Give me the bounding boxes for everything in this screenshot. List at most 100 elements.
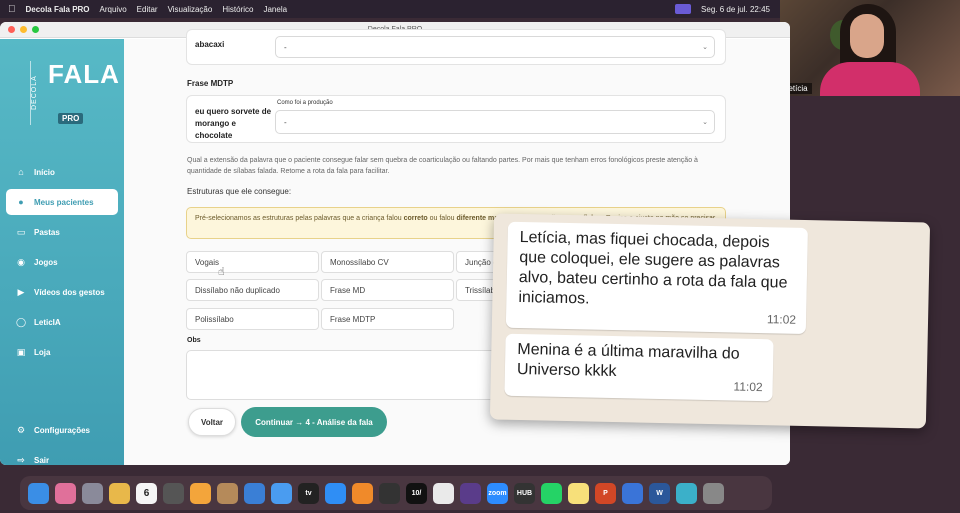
accessibility-icon[interactable]: [622, 482, 643, 504]
box-icon[interactable]: [217, 482, 238, 504]
sidebar-item-label: Configurações: [34, 425, 91, 435]
message-time: 11:02: [766, 312, 797, 327]
phrase-text: eu quero sorvete de morango e chocolate: [195, 107, 272, 140]
appletv-icon[interactable]: tv: [298, 482, 319, 504]
chip-dissilabo[interactable]: Dissílabo não duplicado: [186, 279, 319, 301]
chip-monossilabo-cv[interactable]: Monossílabo CV: [321, 251, 454, 273]
trash-icon[interactable]: [703, 482, 724, 504]
screenshot-icon[interactable]: [163, 482, 184, 504]
menu-app-name[interactable]: Decola Fala PRO: [26, 5, 90, 14]
video-icon: ▶: [17, 286, 25, 297]
sidebar-item-jogos[interactable]: ◉ Jogos: [6, 249, 118, 275]
phrase-card: eu quero sorvete de morango e chocolate …: [186, 95, 726, 143]
powerpoint-icon[interactable]: P: [595, 482, 616, 504]
sidebar-item-pastas[interactable]: ▭ Pastas: [6, 219, 118, 245]
logo-fala: FALA: [48, 59, 120, 89]
menu-item-editar[interactable]: Editar: [137, 5, 158, 14]
clock[interactable]: Seg. 6 de jul. 22:45: [701, 5, 770, 14]
folder-icon: ▭: [16, 226, 26, 237]
sidebar-item-label: Meus pacientes: [34, 197, 94, 207]
video-participant: Letícia: [780, 0, 960, 96]
sidebar-item-configuracoes[interactable]: ⚙ Configurações: [6, 417, 118, 443]
capcut-icon[interactable]: [433, 482, 454, 504]
select-value: -: [284, 117, 287, 127]
person-shirt: [820, 62, 920, 96]
openai-icon[interactable]: [379, 482, 400, 504]
sidebar-item-label: Pastas: [34, 227, 60, 237]
zoom-icon[interactable]: zoom: [487, 482, 508, 504]
whatsapp-message: Menina é a última maravilha do Universo …: [504, 333, 774, 402]
mouse-cursor-icon: ☝: [218, 266, 225, 278]
launchpad-icon[interactable]: [55, 482, 76, 504]
slack-icon[interactable]: [460, 482, 481, 504]
sidebar-item-sair[interactable]: ⇨ Sair: [6, 447, 118, 465]
keynote-icon[interactable]: [244, 482, 265, 504]
apple-icon[interactable]: : [8, 4, 16, 15]
screen-record-icon[interactable]: [675, 4, 692, 14]
production-select-phrase[interactable]: - ⌄: [275, 110, 715, 134]
notice-text-pre: Pré-selecionamos as estruturas pelas pal…: [195, 215, 404, 222]
appstore-icon[interactable]: [325, 482, 346, 504]
chip-polissilabo[interactable]: Polissílabo: [186, 308, 319, 330]
whatsapp-screenshot-overlay: Letícia, mas fiquei chocada, depois que …: [489, 213, 931, 429]
calendar-icon[interactable]: 6: [136, 482, 157, 504]
chevron-down-icon: ⌄: [702, 44, 708, 51]
chat-icon: ◯: [15, 316, 27, 327]
word-label: abacaxi: [195, 40, 225, 49]
person-face: [850, 14, 884, 58]
phrase-section-title: Frase MDTP: [187, 79, 234, 88]
sidebar-item-loja[interactable]: ▣ Loja: [6, 339, 118, 365]
sidebar-item-videos[interactable]: ▶ Vídeos dos gestos: [6, 279, 118, 305]
sidebar-item-inicio[interactable]: ⌂ Início: [6, 159, 118, 185]
sidebar-nav: ⌂ Início ● Meus pacientes ▭ Pastas ◉ Jog…: [6, 159, 118, 369]
chrome-icon[interactable]: [109, 482, 130, 504]
hub-icon[interactable]: HUB: [514, 482, 535, 504]
sidebar-item-label: Loja: [34, 347, 51, 357]
books-icon[interactable]: [352, 482, 373, 504]
help-text: Qual a extensão da palavra que o pacient…: [187, 157, 698, 175]
preview-icon[interactable]: [676, 482, 697, 504]
logo-decola: DECOLA: [30, 61, 44, 125]
sidebar-item-leticia[interactable]: ◯ LeticIA: [6, 309, 118, 335]
finder-icon[interactable]: [28, 482, 49, 504]
sidebar-bottom-nav: ⚙ Configurações ⇨ Sair: [6, 417, 118, 465]
chip-frase-md[interactable]: Frase MD: [321, 279, 454, 301]
continue-button[interactable]: Continuar → 4 - Análise da fala: [241, 407, 387, 437]
sidebar-item-label: Sair: [34, 455, 50, 465]
user-icon: ●: [18, 197, 24, 207]
logout-icon: ⇨: [17, 454, 25, 465]
structures-title: Estruturas que ele consegue:: [187, 187, 292, 196]
gear-icon: ⚙: [16, 424, 26, 435]
menu-item-janela[interactable]: Janela: [263, 5, 287, 14]
production-select-top[interactable]: - ⌄: [275, 36, 715, 58]
select-value: -: [284, 42, 287, 52]
message-text: Letícia, mas fiquei chocada, depois que …: [518, 228, 788, 308]
menu-item-arquivo[interactable]: Arquivo: [100, 5, 127, 14]
sidebar: DECOLA FALA PRO ⌂ Início ● Meus paciente…: [0, 39, 124, 465]
whatsapp-message: Letícia, mas fiquei chocada, depois que …: [505, 221, 808, 335]
chevron-down-icon: ⌄: [702, 119, 708, 126]
chip-vogais[interactable]: Vogais: [186, 251, 319, 273]
mail-icon[interactable]: [271, 482, 292, 504]
gamepad-icon: ◉: [17, 256, 25, 267]
message-time: 11:02: [733, 379, 763, 395]
bag-icon: ▣: [16, 346, 26, 357]
phrase-select-label: Como foi a produção: [277, 100, 333, 106]
text-icon[interactable]: 10/: [406, 482, 427, 504]
menu-item-historico[interactable]: Histórico: [222, 5, 253, 14]
home-icon: ⌂: [18, 167, 24, 177]
menu-item-visualizacao[interactable]: Visualização: [168, 5, 213, 14]
notes-icon[interactable]: [568, 482, 589, 504]
word-icon[interactable]: W: [649, 482, 670, 504]
word-card-top: abacaxi - ⌄: [186, 29, 726, 65]
logo-pro: PRO: [58, 113, 84, 124]
apps-icon[interactable]: [82, 482, 103, 504]
macos-dock: 6 tv 10/zoom HUB P W: [20, 476, 772, 510]
back-button[interactable]: Voltar: [188, 408, 236, 436]
sidebar-item-meus-pacientes[interactable]: ● Meus pacientes: [6, 189, 118, 215]
pencil-icon[interactable]: [190, 482, 211, 504]
app-logo: DECOLA FALA PRO: [30, 59, 120, 125]
chip-frase-mdtp[interactable]: Frase MDTP: [321, 308, 454, 330]
whatsapp-icon[interactable]: [541, 482, 562, 504]
notice-text-mid: ou falou: [427, 215, 457, 222]
